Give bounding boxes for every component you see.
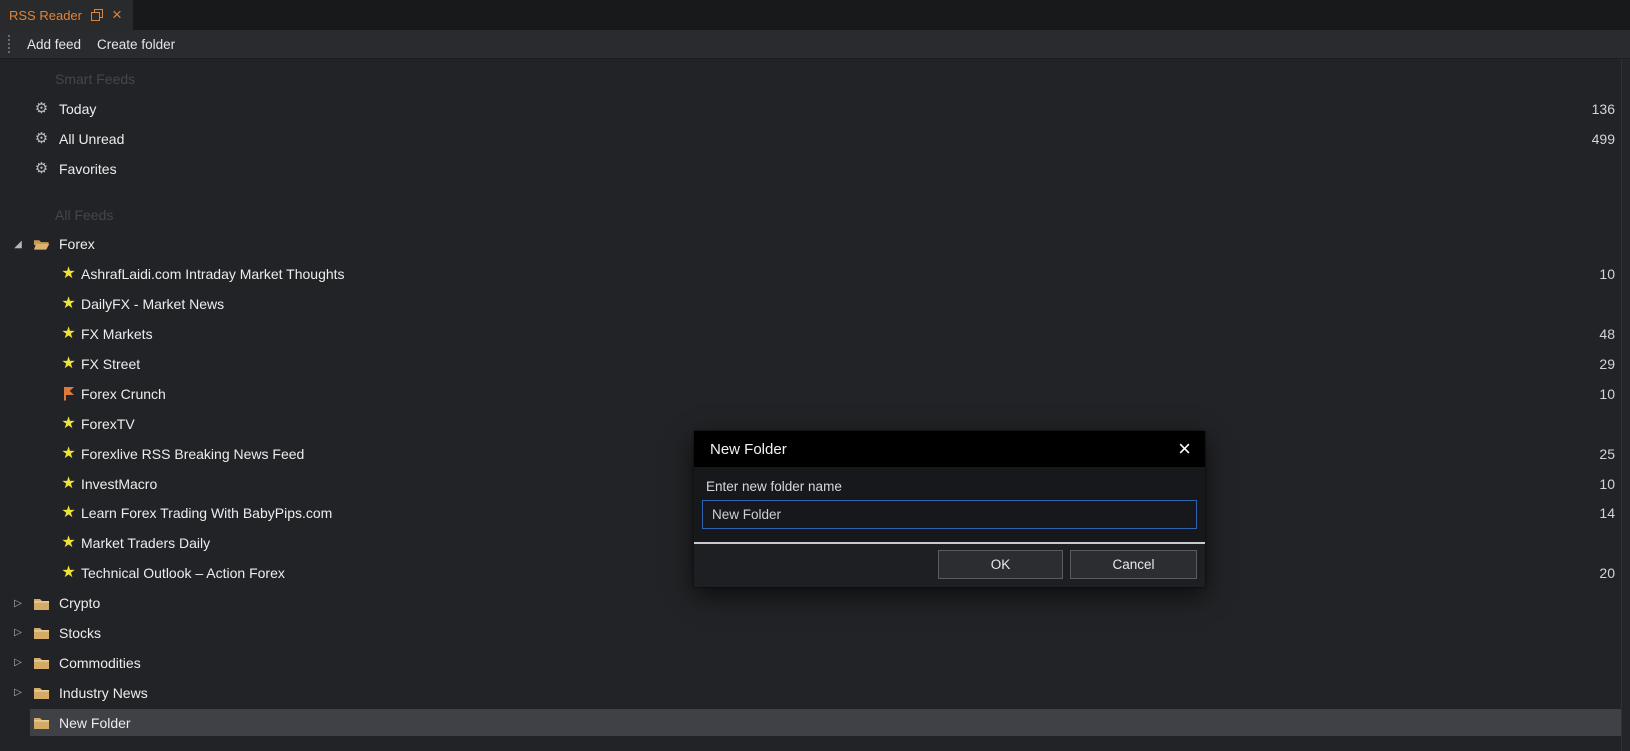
star-icon: ★ <box>60 446 77 462</box>
feed-row[interactable]: ★AshrafLaidi.com Intraday Market Thought… <box>0 259 1630 289</box>
row-label: Commodities <box>59 655 141 671</box>
feed-row[interactable]: Forex Crunch 10 <box>0 379 1630 409</box>
row-label: Learn Forex Trading With BabyPips.com <box>81 505 332 521</box>
add-feed-button[interactable]: Add feed <box>27 37 81 52</box>
unread-count: 25 <box>1599 446 1630 462</box>
star-icon: ★ <box>60 505 77 521</box>
folder-name-label: Enter new folder name <box>706 479 1197 494</box>
star-icon: ★ <box>60 266 77 282</box>
smart-feed-row[interactable]: ⚙ Favorites <box>0 154 1630 184</box>
tab-bar: RSS Reader × <box>0 0 1630 30</box>
gear-icon: ⚙ <box>33 131 50 146</box>
folder-icon <box>33 597 50 610</box>
unread-count: 10 <box>1599 386 1630 402</box>
smart-feed-row[interactable]: ⚙ Today 136 <box>0 94 1630 124</box>
folder-row[interactable]: ▷ Stocks <box>0 618 1630 648</box>
chevron-collapsed-icon[interactable]: ▷ <box>11 627 25 638</box>
unread-count: 499 <box>1592 131 1630 147</box>
chevron-collapsed-icon[interactable]: ▷ <box>11 657 25 668</box>
row-label: Market Traders Daily <box>81 535 210 551</box>
tab-close-icon[interactable]: × <box>112 6 122 23</box>
new-folder-dialog: New Folder × Enter new folder name OK Ca… <box>694 431 1205 587</box>
scrollbar[interactable] <box>1621 59 1630 751</box>
star-icon: ★ <box>60 326 77 342</box>
row-label: Industry News <box>59 685 148 701</box>
folder-icon <box>33 686 50 699</box>
star-icon: ★ <box>60 535 77 551</box>
folder-icon <box>33 716 50 729</box>
unread-count: 20 <box>1599 565 1630 581</box>
row-label: Forex Crunch <box>81 386 166 402</box>
row-label: Smart Feeds <box>55 71 135 87</box>
chevron-expanded-icon[interactable]: ◢ <box>11 239 25 250</box>
row-label: New Folder <box>59 715 131 731</box>
row-label: AshrafLaidi.com Intraday Market Thoughts <box>81 266 345 282</box>
row-label: FX Markets <box>81 326 153 342</box>
row-label: Today <box>59 101 96 117</box>
row-label: All Feeds <box>55 207 113 223</box>
row-label: FX Street <box>81 356 140 372</box>
dialog-body: Enter new folder name <box>694 467 1205 542</box>
row-label: Crypto <box>59 595 100 611</box>
cancel-button[interactable]: Cancel <box>1070 550 1197 579</box>
row-label: Forexlive RSS Breaking News Feed <box>81 446 304 462</box>
dialog-footer: OK Cancel <box>694 544 1205 587</box>
dialog-title: New Folder <box>710 441 787 458</box>
dialog-close-icon[interactable]: × <box>1176 438 1193 460</box>
create-folder-button[interactable]: Create folder <box>97 37 175 52</box>
star-icon: ★ <box>60 416 77 432</box>
ok-button[interactable]: OK <box>938 550 1063 579</box>
feed-row[interactable]: ★DailyFX - Market News <box>0 289 1630 319</box>
row-label: InvestMacro <box>81 476 157 492</box>
row-label: Technical Outlook – Action Forex <box>81 565 285 581</box>
star-icon: ★ <box>60 476 77 492</box>
star-icon: ★ <box>60 296 77 312</box>
dialog-title-bar[interactable]: New Folder × <box>694 431 1205 467</box>
toolbar: Add feed Create folder <box>0 30 1630 59</box>
flag-icon <box>60 386 77 401</box>
feed-row[interactable]: ★FX Markets 48 <box>0 319 1630 349</box>
folder-row[interactable]: ▷ Commodities <box>0 648 1630 678</box>
unread-count: 10 <box>1599 266 1630 282</box>
unread-count: 136 <box>1592 101 1630 117</box>
gear-icon: ⚙ <box>33 161 50 176</box>
folder-name-input[interactable] <box>702 500 1197 529</box>
tab-title: RSS Reader <box>9 8 82 23</box>
row-label: Stocks <box>59 625 101 641</box>
row-label: ForexTV <box>81 416 135 432</box>
folder-row[interactable]: ▷ Industry News <box>0 678 1630 708</box>
unread-count: 29 <box>1599 356 1630 372</box>
chevron-collapsed-icon[interactable]: ▷ <box>11 687 25 698</box>
folder-row[interactable]: ▷ Crypto <box>0 588 1630 618</box>
tab-rss-reader[interactable]: RSS Reader × <box>0 0 133 30</box>
section-header: All Feeds <box>0 200 1630 230</box>
gear-icon: ⚙ <box>33 101 50 116</box>
smart-feed-row[interactable]: ⚙ All Unread 499 <box>0 124 1630 154</box>
feed-row[interactable]: ★FX Street 29 <box>0 349 1630 379</box>
chevron-collapsed-icon[interactable]: ▷ <box>11 598 25 609</box>
star-icon: ★ <box>60 356 77 372</box>
restore-window-icon[interactable] <box>91 9 103 21</box>
star-icon: ★ <box>60 565 77 581</box>
row-label: Favorites <box>59 161 117 177</box>
folder-icon <box>33 656 50 669</box>
toolbar-drag-handle[interactable] <box>8 43 10 45</box>
folder-icon <box>33 626 50 639</box>
folder-row[interactable]: ◢ Forex <box>0 229 1630 259</box>
folder-row[interactable]: New Folder <box>0 708 1630 738</box>
unread-count: 48 <box>1599 326 1630 342</box>
row-label: Forex <box>59 236 95 252</box>
rss-reader-window: RSS Reader × Add feed Create folder Smar… <box>0 0 1630 751</box>
row-label: DailyFX - Market News <box>81 296 224 312</box>
section-header: Smart Feeds <box>0 64 1630 94</box>
unread-count: 14 <box>1599 505 1630 521</box>
open-folder-icon <box>33 237 50 251</box>
unread-count: 10 <box>1599 476 1630 492</box>
feed-tree: Smart Feeds ⚙ Today 136 ⚙ All Unread 499 ⚙ Favor… <box>0 59 1630 751</box>
row-label: All Unread <box>59 131 124 147</box>
